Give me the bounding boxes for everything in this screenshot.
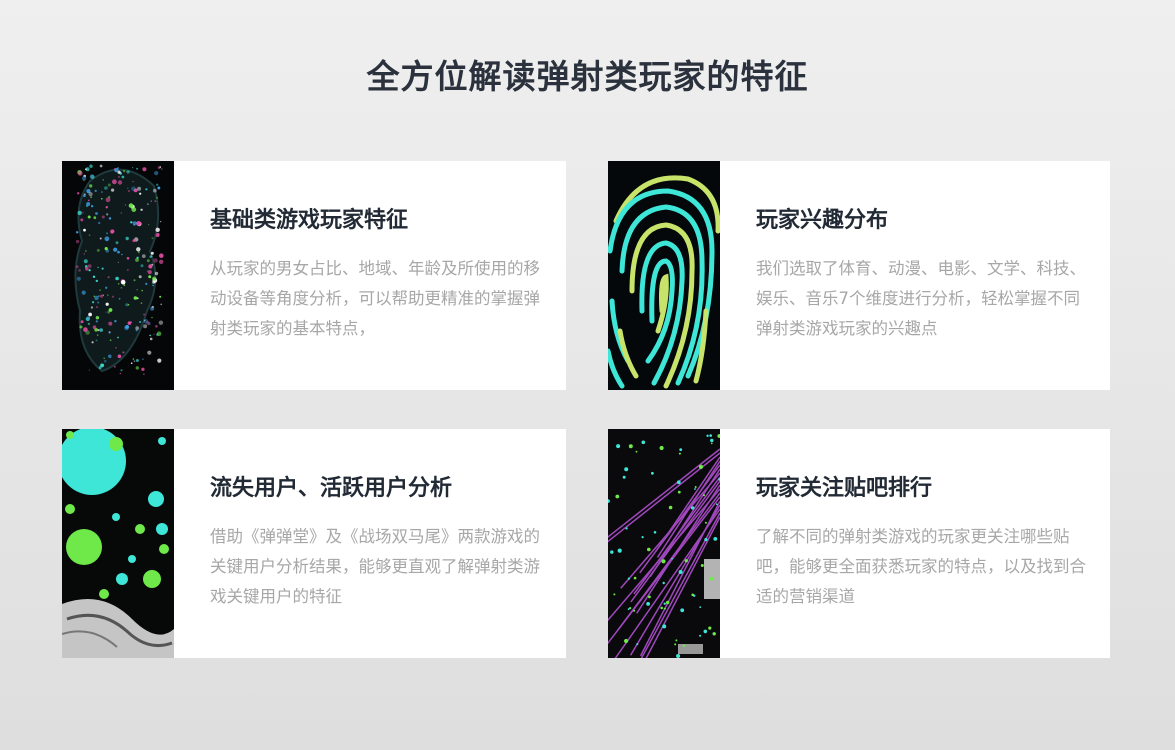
card-title: 玩家关注贴吧排行 [756,476,933,501]
card-description: 借助《弹弹堂》及《战场双马尾》两款游戏的关键用户分析结果，能够更直观了解弹射类游… [210,527,540,606]
page-title: 全方位解读弹射类玩家的特征 [366,57,809,96]
particle-face-image [62,161,174,390]
feature-card-user-analysis[interactable]: 流失用户、活跃用户分析 借助《弹弹堂》及《战场双马尾》两款游戏的关键用户分析结果… [62,429,566,658]
light-rays-image [608,429,720,658]
card-description: 我们选取了体育、动漫、电影、文学、科技、娱乐、音乐7个维度进行分析，轻松掌握不同… [756,259,1086,338]
card-title: 玩家兴趣分布 [756,208,889,233]
card-title: 基础类游戏玩家特征 [210,208,409,233]
card-title: 流失用户、活跃用户分析 [210,476,453,501]
card-description: 从玩家的男女占比、地域、年龄及所使用的移动设备等角度分析，可以帮助更精准的掌握弹… [210,259,540,338]
card-description: 了解不同的弹射类游戏的玩家更关注哪些贴吧，能够更全面获悉玩家的特点，以及找到合适… [756,527,1086,606]
bubbles-image [62,429,174,658]
fingerprint-image [608,161,720,390]
feature-card-interest[interactable]: 玩家兴趣分布 我们选取了体育、动漫、电影、文学、科技、娱乐、音乐7个维度进行分析… [608,161,1110,390]
feature-card-forum-ranking[interactable]: 玩家关注贴吧排行 了解不同的弹射类游戏的玩家更关注哪些贴吧，能够更全面获悉玩家的… [608,429,1110,658]
feature-card-basic[interactable]: 基础类游戏玩家特征 从玩家的男女占比、地域、年龄及所使用的移动设备等角度分析，可… [62,161,566,390]
